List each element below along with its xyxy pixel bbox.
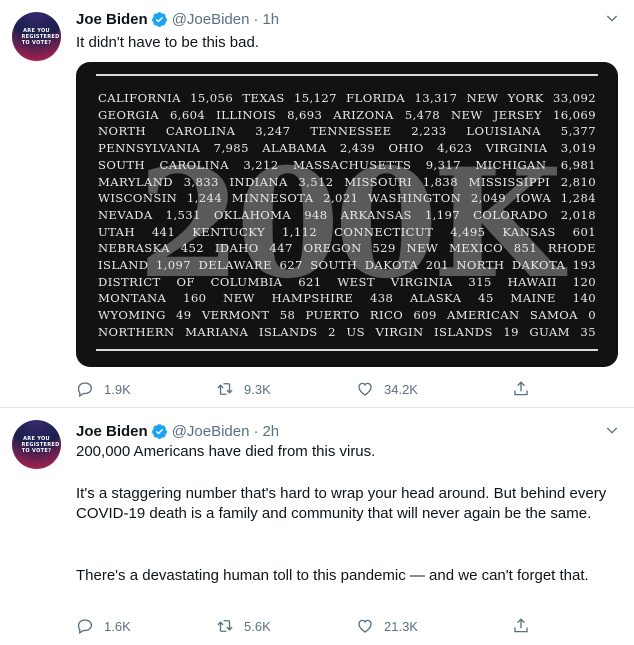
state-line: NORTHERN MARIANA ISLANDS 2 US VIRGIN ISL… <box>98 324 596 339</box>
reply-count: 1.6K <box>104 618 131 634</box>
reply-icon <box>77 619 93 634</box>
separator-dot: · <box>253 10 259 28</box>
author-name[interactable]: Joe Biden <box>76 11 148 28</box>
avatar-text: ARE YOU REGISTERED TO VOTE? <box>21 435 60 454</box>
tweet-header: Joe Biden @JoeBiden · 1h <box>76 9 279 29</box>
retweet-button[interactable]: 9.3K <box>216 380 356 398</box>
share-icon <box>514 618 528 633</box>
tweet-paragraph: It's a staggering number that's hard to … <box>76 485 607 522</box>
tweet-paragraph: There's a devastating human toll to this… <box>76 567 589 584</box>
retweet-count: 5.6K <box>244 618 271 634</box>
tweet[interactable]: ARE YOU REGISTERED TO VOTE? Joe Biden @J… <box>0 408 634 645</box>
like-count: 21.3K <box>384 618 418 634</box>
heart-icon <box>358 619 372 633</box>
state-line: MONTANA 160 NEW HAMPSHIRE 438 ALASKA 45 … <box>98 291 596 306</box>
state-line: NEBRASKA 452 IDAHO 447 OREGON 529 NEW ME… <box>98 241 596 256</box>
state-death-list: CALIFORNIA 15,056 TEXAS 15,127 FLORIDA 1… <box>98 90 596 341</box>
tweet-text: It didn't have to be this bad. <box>76 34 259 51</box>
share-button[interactable] <box>512 380 540 398</box>
chevron-down-icon[interactable] <box>604 10 620 26</box>
author-handle[interactable]: @JoeBiden <box>172 423 250 440</box>
share-icon <box>514 381 528 396</box>
state-line: NEVADA 1,531 OKLAHOMA 948 ARKANSAS 1,197… <box>98 207 596 222</box>
state-line: UTAH 441 KENTUCKY 1,112 CONNECTICUT 4,49… <box>98 224 596 239</box>
avatar[interactable]: ARE YOU REGISTERED TO VOTE? <box>12 420 61 469</box>
reply-button[interactable]: 1.6K <box>76 617 216 635</box>
share-button[interactable] <box>512 617 540 635</box>
author-name[interactable]: Joe Biden <box>76 423 148 440</box>
heart-icon <box>358 382 372 396</box>
like-button[interactable]: 34.2K <box>356 380 496 398</box>
tweet-paragraph: 200,000 Americans have died from this vi… <box>76 443 376 460</box>
separator-dot: · <box>253 422 259 440</box>
like-count: 34.2K <box>384 381 418 397</box>
state-line: NORTH CAROLINA 3,247 TENNESSEE 2,233 LOU… <box>98 124 596 139</box>
tweet-image[interactable]: 200K CALIFORNIA 15,056 TEXAS 15,127 FLOR… <box>76 62 618 367</box>
image-bottom-rule <box>96 349 598 351</box>
tweet-header: Joe Biden @JoeBiden · 2h <box>76 421 279 441</box>
like-button[interactable]: 21.3K <box>356 617 496 635</box>
avatar[interactable]: ARE YOU REGISTERED TO VOTE? <box>12 12 61 61</box>
state-line: WYOMING 49 VERMONT 58 PUERTO RICO 609 AM… <box>98 308 596 323</box>
image-top-rule <box>96 74 598 76</box>
chevron-down-icon[interactable] <box>604 422 620 438</box>
reply-button[interactable]: 1.9K <box>76 380 216 398</box>
state-line: DISTRICT OF COLUMBIA 621 WEST VIRGINIA 3… <box>98 274 596 289</box>
tweet-actions: 1.6K 5.6K 21.3K <box>76 616 528 636</box>
reply-icon <box>77 382 93 397</box>
state-line: CALIFORNIA 15,056 TEXAS 15,127 FLORIDA 1… <box>98 91 596 105</box>
reply-count: 1.9K <box>104 381 131 397</box>
timestamp[interactable]: 2h <box>262 423 279 440</box>
state-line: SOUTH CAROLINA 3,212 MASSACHUSETTS 9,317… <box>98 157 596 172</box>
retweet-icon <box>217 620 233 632</box>
tweet-actions: 1.9K 9.3K 34.2K <box>76 379 528 399</box>
state-line: PENNSYLVANIA 7,985 ALABAMA 2,439 OHIO 4,… <box>98 141 596 156</box>
state-line: ISLAND 1,097 DELAWARE 627 SOUTH DAKOTA 2… <box>98 258 596 273</box>
avatar-text: ARE YOU REGISTERED TO VOTE? <box>21 27 60 46</box>
retweet-count: 9.3K <box>244 381 271 397</box>
state-line: GEORGIA 6,604 ILLINOIS 8,693 ARIZONA 5,4… <box>98 107 596 122</box>
verified-badge-icon <box>151 11 167 27</box>
state-line: WISCONSIN 1,244 MINNESOTA 2,021 WASHINGT… <box>98 191 596 206</box>
retweet-button[interactable]: 5.6K <box>216 617 356 635</box>
verified-badge-icon <box>151 423 167 439</box>
retweet-icon <box>217 383 233 395</box>
timestamp[interactable]: 1h <box>262 11 279 28</box>
tweet[interactable]: ARE YOU REGISTERED TO VOTE? Joe Biden @J… <box>0 0 634 407</box>
state-line: MARYLAND 3,833 INDIANA 3,512 MISSOURI 1,… <box>98 174 596 189</box>
author-handle[interactable]: @JoeBiden <box>172 11 250 28</box>
